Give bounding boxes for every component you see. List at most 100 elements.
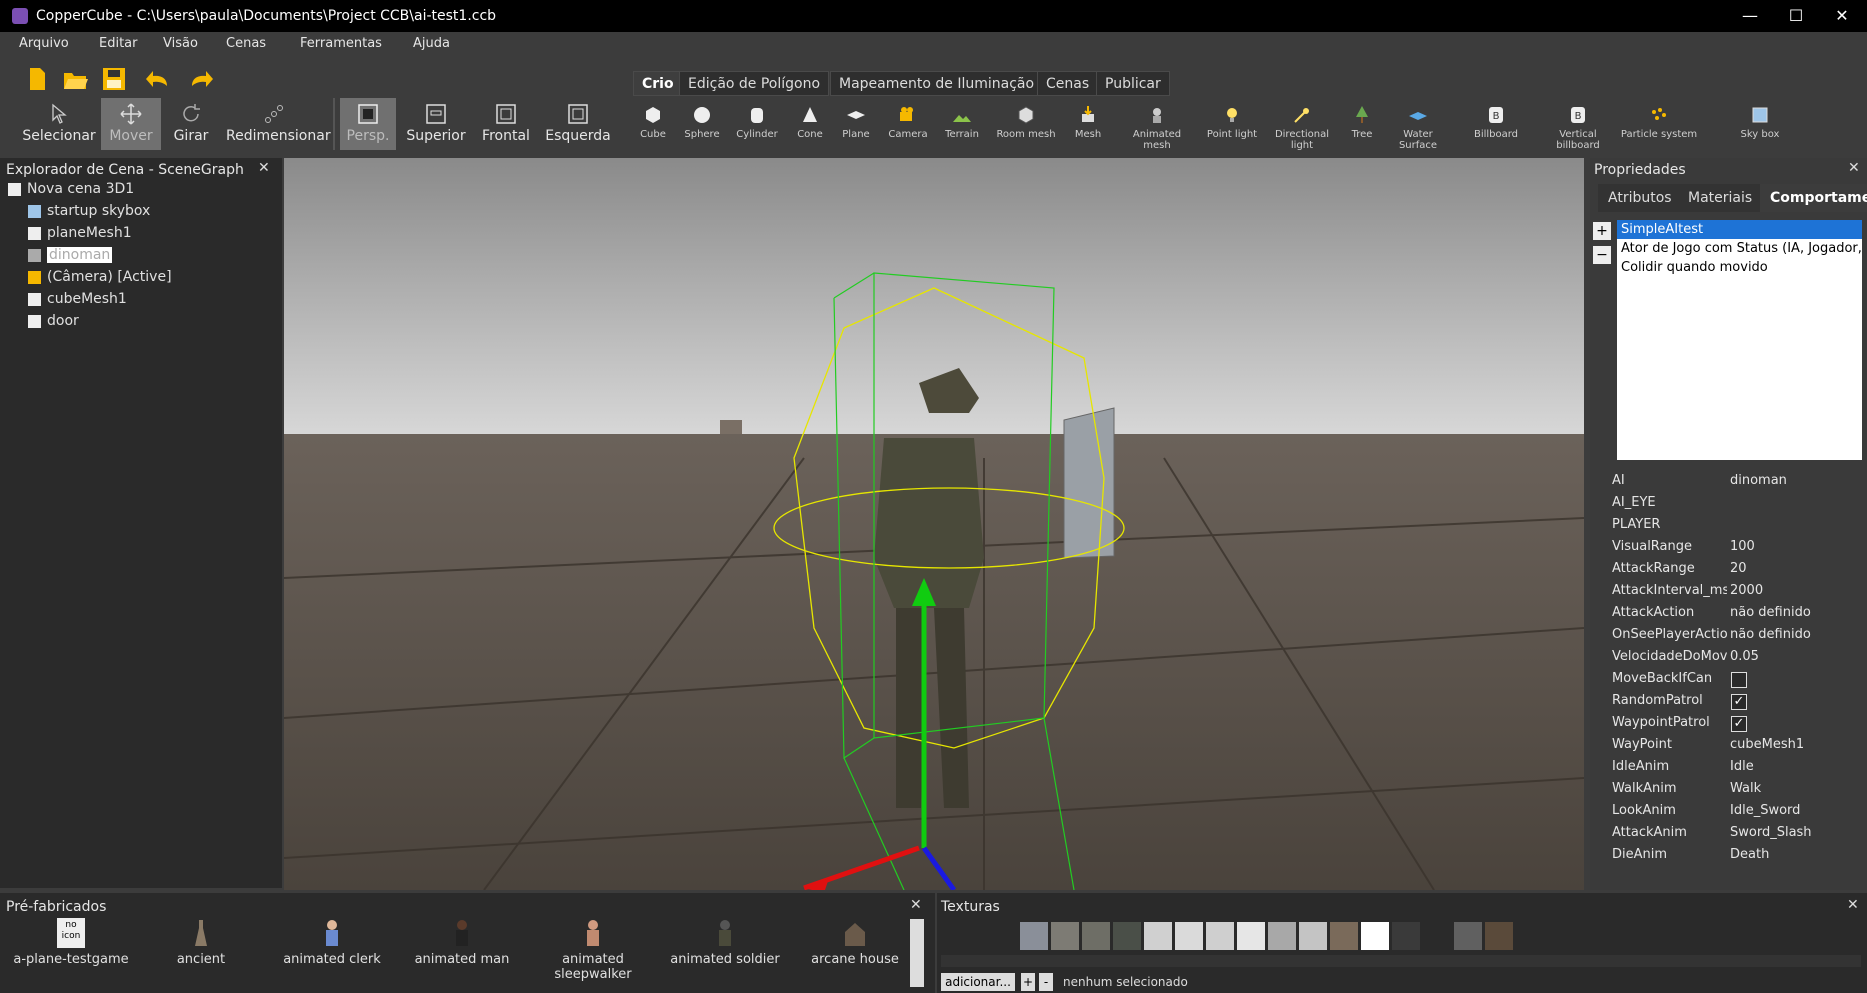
tab-atributos[interactable]: Atributos (1598, 184, 1682, 212)
texture-thumbnail[interactable] (1330, 922, 1358, 950)
add-texture-button[interactable]: adicionar... (941, 973, 1015, 991)
open-folder-icon[interactable] (60, 64, 90, 94)
property-row[interactable]: DieAnim Death (1604, 844, 1866, 866)
tree-item-scene-root[interactable]: Nova cena 3D1 (8, 178, 134, 200)
property-value[interactable]: 0.05 (1730, 646, 1759, 668)
texture-thumbnail[interactable] (1020, 922, 1048, 950)
property-row[interactable]: AttackAction não definido (1604, 602, 1866, 624)
property-row[interactable]: RandomPatrol ✓ (1604, 690, 1866, 712)
menu-ajuda[interactable]: Ajuda (413, 36, 450, 51)
new-file-icon[interactable] (22, 64, 52, 94)
textures-close-icon[interactable]: ✕ (1847, 897, 1859, 913)
behavior-item[interactable]: Ator de Jogo com Status (IA, Jogador, et… (1617, 239, 1862, 258)
redo-icon[interactable] (186, 64, 216, 94)
property-checkbox[interactable] (1731, 672, 1747, 688)
front-view-button[interactable]: Frontal (478, 98, 534, 150)
menu-editar[interactable]: Editar (99, 36, 138, 51)
texture-thumbnail[interactable] (1051, 922, 1079, 950)
property-checkbox[interactable]: ✓ (1731, 694, 1747, 710)
minimize-button[interactable]: — (1730, 4, 1770, 28)
create-animated-mesh-button[interactable]: Animated mesh (1123, 104, 1191, 151)
property-row[interactable]: VelocidadeDoMovimento0.05 (1604, 646, 1866, 668)
property-checkbox[interactable]: ✓ (1731, 716, 1747, 732)
property-value[interactable]: Death (1730, 844, 1769, 866)
tab-materiais[interactable]: Materiais (1678, 184, 1763, 212)
tab-comportamentos[interactable]: Comportamentos (1760, 184, 1867, 212)
prefab-item[interactable]: animated sleepwalker (528, 918, 658, 982)
property-row[interactable]: PLAYER (1604, 514, 1866, 536)
tree-item-planemesh[interactable]: planeMesh1 (28, 222, 132, 244)
create-billboard-button[interactable]: B Billboard (1462, 104, 1530, 140)
property-value[interactable]: dinoman (1730, 470, 1787, 492)
texture-thumbnail[interactable] (1485, 922, 1513, 950)
texture-thumbnail[interactable] (1423, 922, 1451, 950)
rotate-tool-button[interactable]: Girar (166, 98, 216, 150)
texture-thumbnail[interactable] (1144, 922, 1172, 950)
tree-item-cubemesh[interactable]: cubeMesh1 (28, 288, 127, 310)
create-vertical-billboard-button[interactable]: B Vertical billboard (1538, 104, 1618, 151)
property-value[interactable]: Idle (1730, 756, 1754, 778)
texture-thumbnail[interactable] (1299, 922, 1327, 950)
tree-item-camera[interactable]: (Câmera) [Active] (28, 266, 172, 288)
tab-publicar[interactable]: Publicar (1096, 71, 1170, 96)
behavior-list[interactable]: SimpleAItest Ator de Jogo com Status (IA… (1617, 220, 1862, 460)
property-row[interactable]: OnSeePlayerAction não definido (1604, 624, 1866, 646)
property-row[interactable]: AttackRange 20 (1604, 558, 1866, 580)
create-water-surface-button[interactable]: Water Surface (1384, 104, 1452, 151)
create-particle-system-button[interactable]: Particle system (1620, 104, 1698, 140)
menu-ferramentas[interactable]: Ferramentas (300, 36, 382, 51)
property-row[interactable]: MoveBackIfCan (1604, 668, 1866, 690)
top-view-button[interactable]: Superior (404, 98, 468, 150)
texture-thumbnail[interactable] (1361, 922, 1389, 950)
close-window-button[interactable]: ✕ (1822, 4, 1862, 28)
property-row[interactable]: IdleAnim Idle (1604, 756, 1866, 778)
property-value[interactable]: não definido (1730, 624, 1811, 646)
move-tool-button[interactable]: Mover (101, 98, 161, 150)
property-value[interactable]: Walk (1730, 778, 1761, 800)
texture-thumbnail[interactable] (1206, 922, 1234, 950)
select-tool-button[interactable]: Selecionar (22, 98, 96, 150)
prefab-item[interactable]: animated man (397, 918, 527, 967)
3d-viewport[interactable] (284, 158, 1584, 890)
create-sky-box-button[interactable]: Sky box (1725, 104, 1795, 140)
perspective-view-button[interactable]: Persp. (340, 98, 396, 150)
tab-edicao-poligono[interactable]: Edição de Polígono (679, 71, 830, 96)
remove-behavior-button[interactable]: − (1593, 246, 1611, 264)
property-value[interactable]: Idle_Sword (1730, 800, 1800, 822)
property-row[interactable]: AI_EYE (1604, 492, 1866, 514)
property-value[interactable]: não definido (1730, 602, 1811, 624)
menu-visao[interactable]: Visão (163, 36, 198, 51)
tree-item-door[interactable]: door (28, 310, 79, 332)
prefab-item[interactable]: arcane house (790, 918, 920, 967)
behavior-item[interactable]: Colidir quando movido (1617, 258, 1862, 277)
texture-thumbnail[interactable] (1454, 922, 1482, 950)
prefab-item[interactable]: no icon a-plane-testgame (6, 918, 136, 967)
property-value[interactable]: 100 (1730, 536, 1755, 558)
property-row[interactable]: WayPoint cubeMesh1 (1604, 734, 1866, 756)
left-view-button[interactable]: Esquerda (544, 98, 612, 150)
create-directional-light-button[interactable]: Directional light (1268, 104, 1336, 151)
texture-thumbnail[interactable] (1175, 922, 1203, 950)
menu-arquivo[interactable]: Arquivo (19, 36, 69, 51)
textures-scrollbar[interactable] (941, 955, 1861, 967)
tab-mapeamento-iluminacao[interactable]: Mapeamento de Iluminação (830, 71, 1044, 96)
tab-crio[interactable]: Crio (633, 71, 683, 96)
texture-thumbnail[interactable] (1082, 922, 1110, 950)
undo-icon[interactable] (143, 64, 173, 94)
menu-cenas[interactable]: Cenas (226, 36, 266, 51)
property-row[interactable]: LookAnim Idle_Sword (1604, 800, 1866, 822)
save-icon[interactable] (99, 64, 129, 94)
prefab-item[interactable]: animated clerk (267, 918, 397, 967)
tab-cenas[interactable]: Cenas (1037, 71, 1099, 96)
create-room-mesh-button[interactable]: Room mesh (992, 104, 1060, 140)
maximize-button[interactable]: ☐ (1776, 4, 1816, 28)
property-value[interactable]: 2000 (1730, 580, 1763, 602)
texture-plus-button[interactable]: + (1021, 973, 1035, 991)
property-row[interactable]: WaypointPatrol ✓ (1604, 712, 1866, 734)
tree-item-skybox[interactable]: startup skybox (28, 200, 150, 222)
texture-thumbnail[interactable] (1268, 922, 1296, 950)
property-value[interactable]: 20 (1730, 558, 1747, 580)
resize-tool-button[interactable]: Redimensionar (226, 98, 331, 150)
property-value[interactable]: Sword_Slash (1730, 822, 1812, 844)
texture-minus-button[interactable]: - (1039, 973, 1053, 991)
